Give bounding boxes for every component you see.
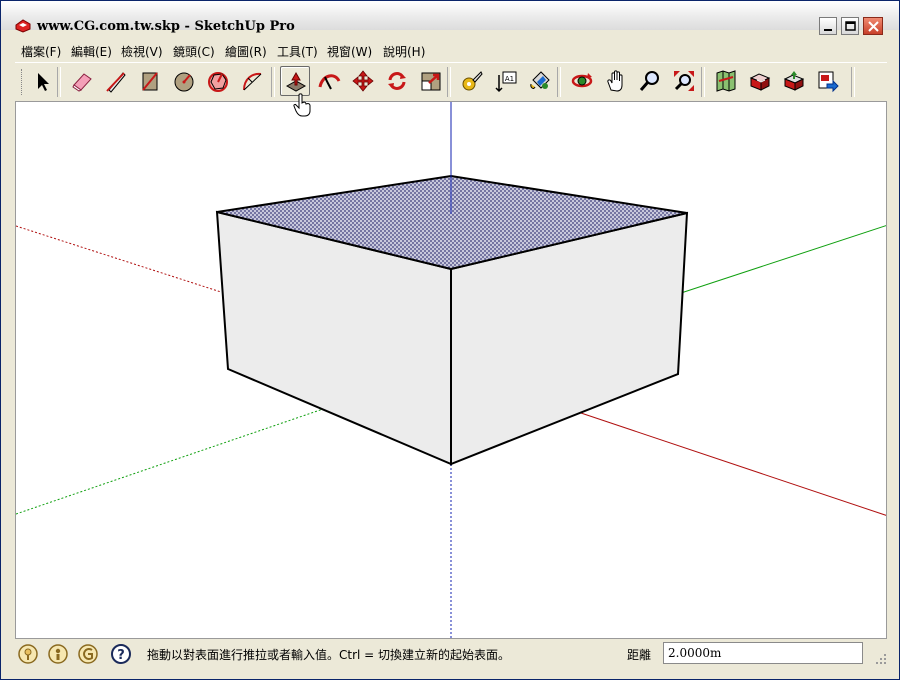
- resize-grip-icon[interactable]: [875, 653, 887, 665]
- get-models-icon: [749, 73, 771, 91]
- orbit-tool-button[interactable]: [567, 66, 597, 96]
- red-axis-positive: [577, 411, 886, 516]
- push-pull-cursor-icon: [293, 93, 311, 117]
- toolbar-separator: [557, 67, 561, 97]
- app-window: www.CG.com.tw.skp - SketchUp Pro 檔案(F) 編輯…: [0, 0, 900, 680]
- export-layout-tool-button[interactable]: [813, 66, 843, 96]
- warehouse-map-icon: [716, 70, 736, 92]
- minimize-button[interactable]: [819, 17, 837, 35]
- toolbar-separator: [271, 67, 275, 97]
- geo-location-icon[interactable]: [17, 643, 39, 665]
- arc-icon: [243, 72, 262, 91]
- follow-me-icon: [318, 74, 341, 90]
- circle-icon: [174, 72, 194, 92]
- help-icon[interactable]: ?: [110, 643, 132, 665]
- export-layout-icon: [818, 71, 839, 93]
- menu-0[interactable]: 檔案(F): [21, 43, 61, 60]
- green-axis-positive: [680, 225, 886, 294]
- menu-6[interactable]: 視窗(W): [327, 43, 372, 60]
- minimize-icon: [824, 29, 832, 31]
- text-tool-glyph: A1: [505, 75, 514, 83]
- paint-bucket-tool-button[interactable]: [525, 66, 555, 96]
- push-pull-icon: [285, 71, 307, 92]
- rotate-icon: [388, 72, 406, 90]
- move-icon: [352, 70, 374, 92]
- menu-1[interactable]: 編輯(E): [71, 43, 112, 60]
- scale-icon: [421, 72, 441, 91]
- polygon-tool-button[interactable]: [203, 66, 233, 96]
- green-axis-negative: [16, 407, 327, 515]
- maximize-icon: [845, 21, 856, 31]
- rotate-tool-button[interactable]: [382, 66, 412, 96]
- menu-bar: 檔案(F) 編輯(E) 檢視(V) 鏡頭(C) 繪圖(R) 工具(T) 視窗(W) 說明(H): [15, 41, 885, 61]
- sketchup-logo-icon: [15, 19, 31, 33]
- toolbar-grip[interactable]: [21, 69, 25, 95]
- zoom-tool-button[interactable]: [635, 66, 665, 96]
- status-bar: ? 拖動以對表面進行推拉或者輸入值。Ctrl = 切換建立新的起始表面。 距離 …: [15, 639, 887, 669]
- maximize-button[interactable]: [841, 17, 859, 35]
- select-tool-button[interactable]: [27, 66, 57, 96]
- push-pull-tool-button[interactable]: [280, 66, 310, 96]
- scale-tool-button[interactable]: [416, 66, 446, 96]
- eraser-icon: [72, 73, 92, 92]
- toolbar-separator: [57, 67, 61, 97]
- eraser-tool-button[interactable]: [67, 66, 97, 96]
- close-button[interactable]: [863, 17, 883, 35]
- paint-bucket-icon: [530, 71, 550, 89]
- close-icon: [868, 21, 879, 32]
- get-models-tool-button[interactable]: [745, 66, 775, 96]
- tape-measure-icon: [462, 71, 483, 91]
- text-icon: A1: [495, 71, 517, 93]
- share-model-tool-button[interactable]: [779, 66, 809, 96]
- rectangle-icon: [142, 72, 158, 91]
- red-axis-negative: [16, 225, 222, 293]
- polygon-icon: [208, 72, 228, 92]
- measurements-input[interactable]: 2.0000m: [663, 642, 863, 664]
- tape-measure-tool-button[interactable]: [457, 66, 487, 96]
- status-message: 拖動以對表面進行推拉或者輸入值。Ctrl = 切換建立新的起始表面。: [147, 648, 511, 662]
- window-title: www.CG.com.tw.skp - SketchUp Pro: [37, 19, 295, 34]
- pencil-line-icon: [106, 72, 126, 93]
- menu-7[interactable]: 說明(H): [383, 43, 425, 60]
- arc-tool-button[interactable]: [237, 66, 267, 96]
- menu-3[interactable]: 鏡頭(C): [173, 43, 215, 60]
- zoom-extents-tool-button[interactable]: [669, 66, 699, 96]
- main-toolbar: A1: [15, 62, 887, 102]
- toolbar-separator: [701, 67, 705, 97]
- zoom-extents-icon: [674, 71, 694, 91]
- follow-me-tool-button[interactable]: [314, 66, 344, 96]
- scene-canvas[interactable]: [16, 102, 887, 639]
- circle-tool-button[interactable]: [169, 66, 199, 96]
- toolbar-separator: [851, 67, 855, 97]
- drawing-viewport[interactable]: [15, 101, 887, 639]
- warehouse-map-tool-button[interactable]: [711, 66, 741, 96]
- help-glyph: ?: [117, 648, 125, 663]
- orbit-icon: [571, 73, 593, 88]
- menu-2[interactable]: 檢視(V): [121, 43, 163, 60]
- rectangle-tool-button[interactable]: [135, 66, 165, 96]
- measurements-label: 距離: [627, 648, 652, 662]
- user-account-icon[interactable]: [77, 643, 99, 665]
- pan-tool-button[interactable]: [601, 66, 631, 96]
- toolbar-separator: [447, 67, 451, 97]
- share-model-icon: [783, 71, 805, 91]
- zoom-icon: [639, 71, 659, 91]
- menu-5[interactable]: 工具(T): [277, 43, 318, 60]
- title-bar[interactable]: www.CG.com.tw.skp - SketchUp Pro: [1, 1, 899, 35]
- select-icon: [38, 73, 49, 91]
- pencil-line-tool-button[interactable]: [101, 66, 131, 96]
- move-tool-button[interactable]: [348, 66, 378, 96]
- credits-icon[interactable]: [47, 643, 69, 665]
- text-tool-button[interactable]: A1: [491, 66, 521, 96]
- pan-icon: [607, 70, 623, 92]
- menu-4[interactable]: 繪圖(R): [225, 43, 267, 60]
